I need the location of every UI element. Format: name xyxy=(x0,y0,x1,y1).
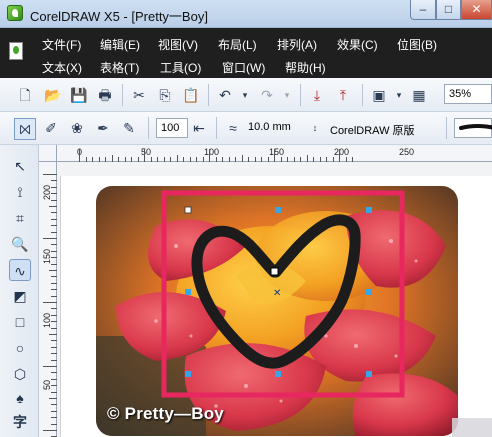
selection-handle-top-left[interactable] xyxy=(184,206,192,214)
selection-handle-bottom[interactable] xyxy=(275,371,281,377)
selection-handle-top[interactable] xyxy=(275,207,281,213)
site-watermark-block xyxy=(452,418,492,437)
node-handle[interactable] xyxy=(270,267,279,276)
selection-handle-left[interactable] xyxy=(185,289,191,295)
selection-handle-right[interactable] xyxy=(366,289,372,295)
selection-handle-top-right[interactable] xyxy=(366,207,372,213)
selection-handle-bottom-right[interactable] xyxy=(366,371,372,377)
center-x-marker[interactable]: ✕ xyxy=(273,288,281,299)
selection-handle-bottom-left[interactable] xyxy=(185,371,191,377)
artwork-overlay: ✕ xyxy=(161,190,405,398)
